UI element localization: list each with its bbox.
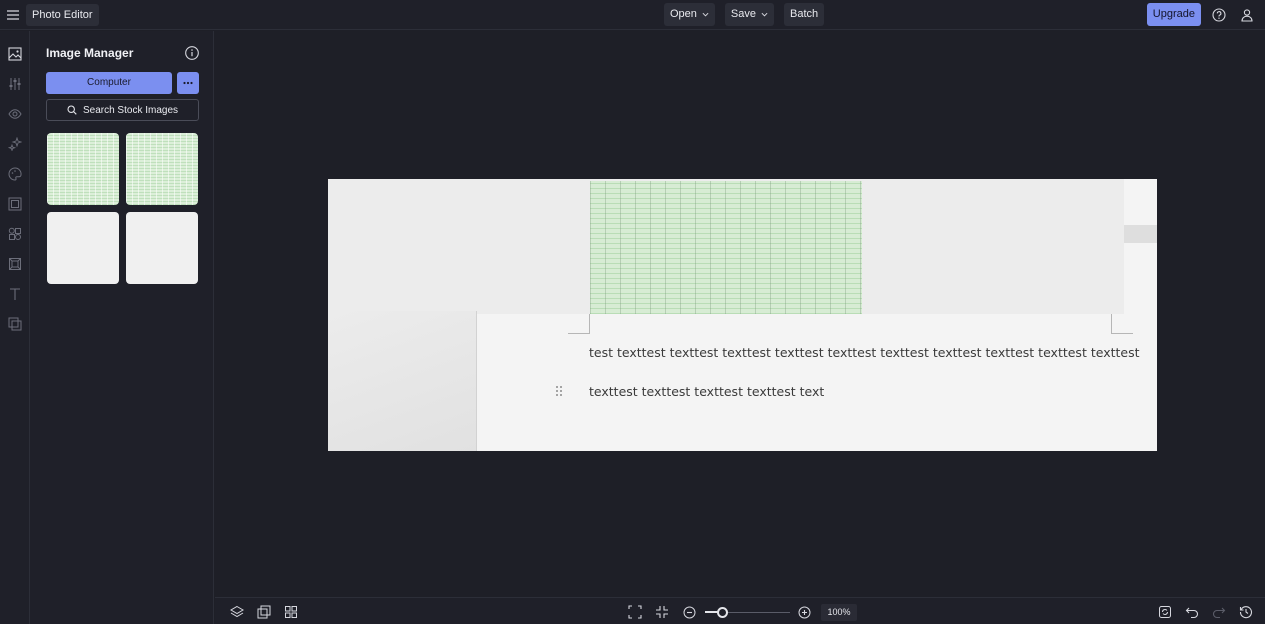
fit-screen-button[interactable] xyxy=(626,603,644,621)
app-title: Photo Editor xyxy=(26,4,99,26)
rotate-button[interactable] xyxy=(1156,603,1174,621)
top-bar-right: Upgrade xyxy=(1146,3,1257,26)
shapes-icon xyxy=(8,227,21,240)
help-button[interactable] xyxy=(1209,5,1229,25)
image-manager-panel: Image Manager Computer Search Stock Imag… xyxy=(30,31,214,624)
top-bar-left: Photo Editor xyxy=(0,3,99,27)
rail-text[interactable] xyxy=(3,283,27,305)
redo-button[interactable] xyxy=(1210,603,1228,621)
open-button[interactable]: Open xyxy=(664,3,715,26)
actual-size-button[interactable] xyxy=(653,603,671,621)
canvas-area: test texttest texttest texttest texttest… xyxy=(215,31,1265,596)
image-thumbnail[interactable] xyxy=(126,133,198,205)
grid-icon xyxy=(285,606,297,618)
frame-icon xyxy=(8,197,22,211)
transform-icon xyxy=(257,605,271,619)
image-text-line-2: texttest texttest texttest texttest text xyxy=(589,384,825,399)
rail-frames[interactable] xyxy=(3,193,27,215)
overlay-icon xyxy=(8,317,22,331)
image-thumbnail[interactable] xyxy=(126,212,198,284)
tool-rail xyxy=(0,31,30,624)
top-bar-center: Open Save Batch xyxy=(664,3,825,26)
rail-graphics[interactable] xyxy=(3,223,27,245)
more-options-button[interactable] xyxy=(177,72,199,94)
chevron-down-icon xyxy=(702,12,709,17)
search-stock-images-button[interactable]: Search Stock Images xyxy=(46,99,199,121)
eye-icon xyxy=(8,109,22,119)
save-label: Save xyxy=(730,8,756,20)
zoom-in-icon xyxy=(798,606,810,618)
account-button[interactable] xyxy=(1237,5,1257,25)
undo-icon xyxy=(1185,607,1199,619)
rail-paint[interactable] xyxy=(3,163,27,185)
info-icon[interactable] xyxy=(184,45,200,61)
shrink-icon xyxy=(656,606,668,618)
save-button[interactable]: Save xyxy=(724,3,774,26)
chevron-down-icon xyxy=(761,12,768,17)
zoom-slider-handle[interactable] xyxy=(717,607,728,618)
search-stock-images-label: Search Stock Images xyxy=(82,104,179,116)
undo-button[interactable] xyxy=(1183,603,1201,621)
rail-textures[interactable] xyxy=(3,253,27,275)
top-bar: Photo Editor Open Save Batch Upgrade xyxy=(0,0,1265,30)
panel-title: Image Manager xyxy=(46,46,134,60)
sparkles-icon xyxy=(8,137,22,151)
open-label: Open xyxy=(670,8,697,20)
layers-icon xyxy=(230,605,244,618)
zoom-out-icon xyxy=(683,606,695,618)
search-icon xyxy=(67,105,77,115)
spreadsheet-image xyxy=(590,181,862,314)
refresh-icon xyxy=(1159,606,1171,618)
texture-icon xyxy=(9,258,21,270)
image-left-block xyxy=(328,311,477,451)
computer-upload-button[interactable]: Computer xyxy=(46,72,172,94)
rail-adjust[interactable] xyxy=(3,73,27,95)
image-thumbnail[interactable] xyxy=(47,212,119,284)
rail-image-manager[interactable] xyxy=(3,43,27,65)
transform-button[interactable] xyxy=(255,603,273,621)
image-text-line-1: test texttest texttest texttest texttest… xyxy=(589,345,1140,360)
help-icon xyxy=(1212,7,1226,22)
redo-icon xyxy=(1212,607,1226,619)
image-right-strip xyxy=(1124,225,1157,243)
rail-overlays[interactable] xyxy=(3,313,27,335)
fit-screen-icon xyxy=(628,605,642,619)
image-thumbnail[interactable] xyxy=(47,133,119,205)
batch-label: Batch xyxy=(790,8,819,20)
zoom-level[interactable]: 100% xyxy=(821,604,857,621)
rail-effects[interactable] xyxy=(3,133,27,155)
bottom-bar: 100% xyxy=(215,597,1265,624)
text-icon xyxy=(10,288,20,300)
sliders-icon xyxy=(9,78,21,90)
image-icon xyxy=(8,47,22,61)
batch-button[interactable]: Batch xyxy=(784,3,825,26)
hamburger-icon xyxy=(7,10,19,20)
layers-button[interactable] xyxy=(228,603,246,621)
history-button[interactable] xyxy=(1237,603,1255,621)
hamburger-menu-button[interactable] xyxy=(0,3,26,27)
zoom-in-button[interactable] xyxy=(795,603,813,621)
history-icon xyxy=(1239,606,1253,619)
user-icon xyxy=(1241,8,1253,22)
more-horizontal-icon xyxy=(183,81,193,85)
crop-mark-left xyxy=(568,314,590,334)
drag-handle-icon xyxy=(556,386,562,396)
upgrade-button[interactable]: Upgrade xyxy=(1146,3,1201,26)
rail-view[interactable] xyxy=(3,103,27,125)
palette-icon xyxy=(8,167,22,181)
canvas-image[interactable]: test texttest texttest texttest texttest… xyxy=(328,179,1157,451)
zoom-out-button[interactable] xyxy=(680,603,698,621)
grid-view-button[interactable] xyxy=(282,603,300,621)
zoom-slider[interactable] xyxy=(705,607,790,618)
crop-mark-right xyxy=(1111,314,1133,334)
